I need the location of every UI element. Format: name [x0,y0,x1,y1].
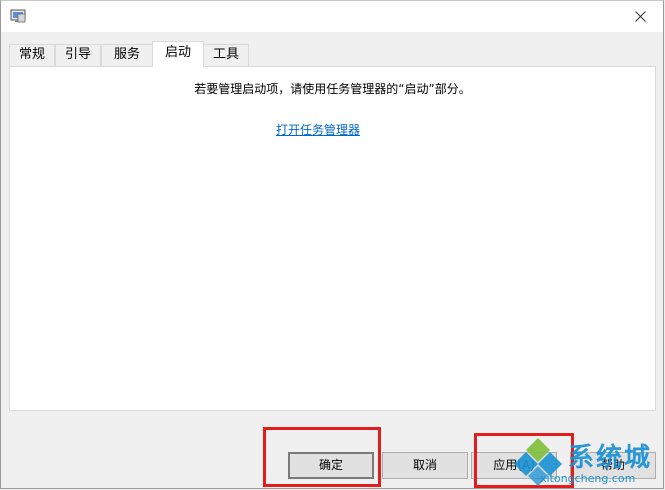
startup-message: 若要管理启动项，请使用任务管理器的“启动”部分。 [194,82,471,96]
startup-panel: 若要管理启动项，请使用任务管理器的“启动”部分。 打开任务管理器 [9,66,656,411]
watermark-url: xitongcheng.com [540,472,636,485]
tab-services[interactable]: 服务 [101,44,153,66]
cancel-button[interactable]: 取消 [382,452,468,479]
system-config-window: 常规 引导 服务 启动 工具 若要管理启动项，请使用任务管理器的“启动”部分。 … [0,0,664,489]
title-bar [1,1,663,32]
watermark-name: 系统城 [568,443,653,473]
tab-boot[interactable]: 引导 [55,44,101,66]
open-task-manager-link[interactable]: 打开任务管理器 [276,121,360,138]
msconfig-app-icon [10,9,26,23]
ok-highlight-box [263,427,381,487]
tab-startup[interactable]: 启动 [152,41,204,67]
close-icon [634,11,646,22]
tab-tools[interactable]: 工具 [203,44,249,66]
close-button[interactable] [617,1,663,32]
tab-general[interactable]: 常规 [9,44,55,66]
